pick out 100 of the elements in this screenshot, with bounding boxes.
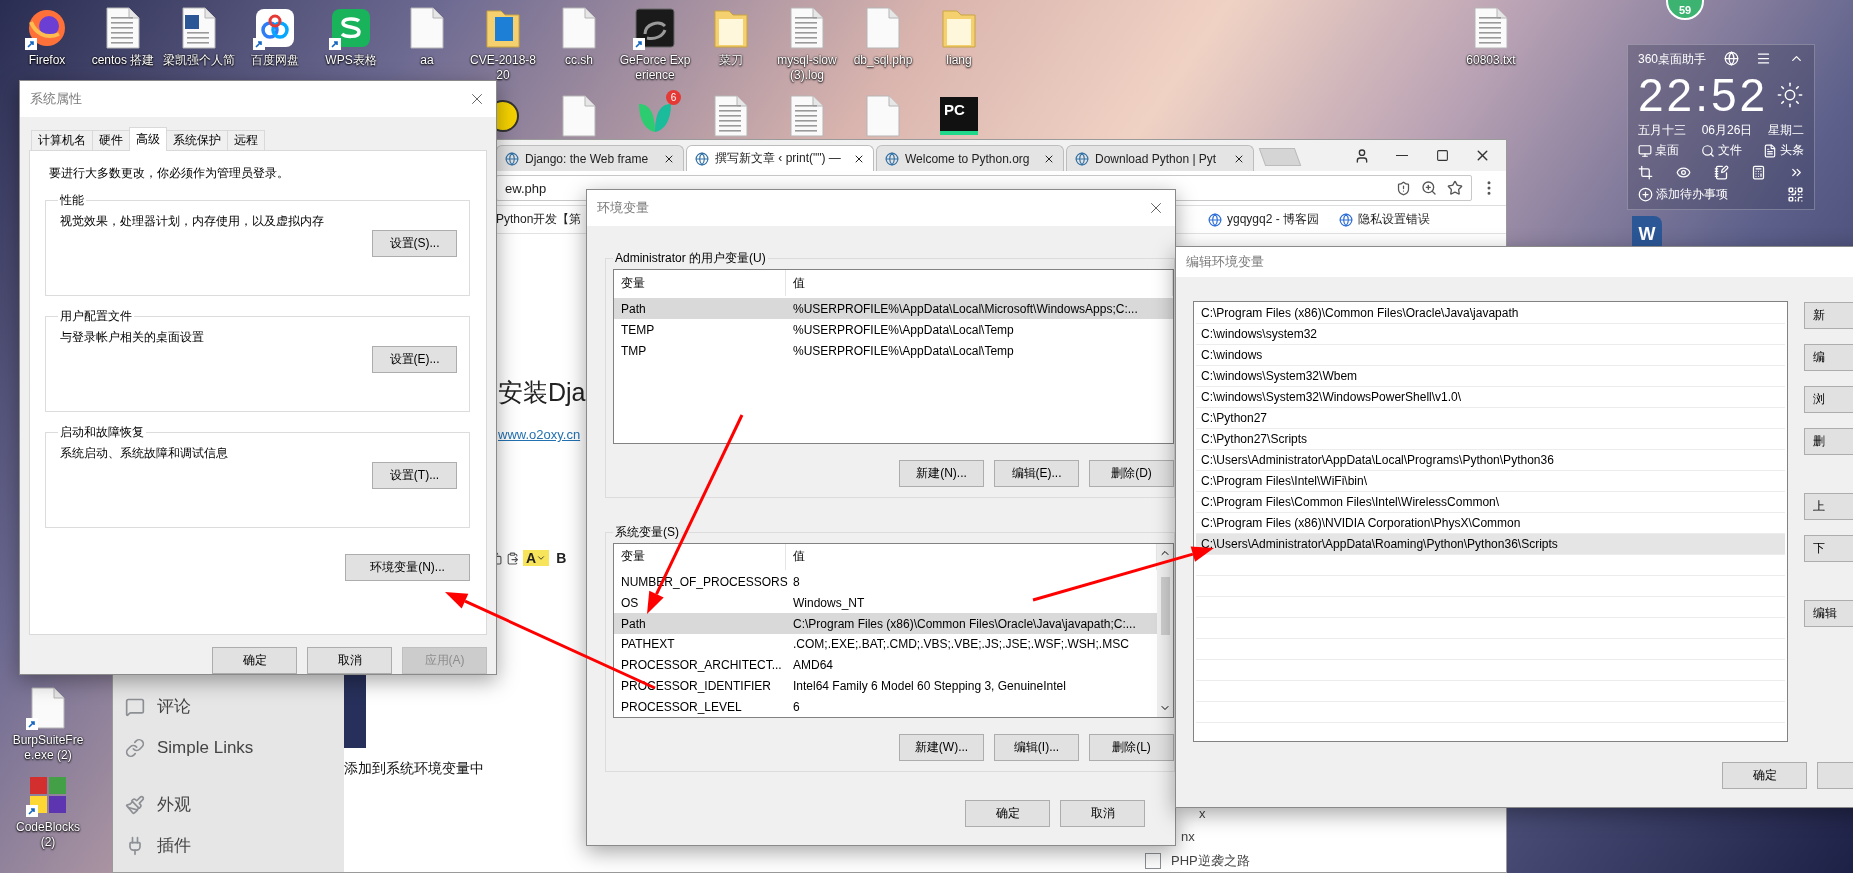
- table-row[interactable]: Path C:\Program Files (x86)\Common Files\Oracle\Java\javapath;C:...: [614, 613, 1157, 634]
- column-header[interactable]: 变量: [614, 270, 786, 296]
- list-item[interactable]: C:\Users\Administrator\AppData\Roaming\Python\Python36\Scripts: [1196, 534, 1785, 555]
- star-icon[interactable]: [1447, 180, 1463, 196]
- bookmark-link[interactable]: Python开发【第: [496, 211, 582, 228]
- table-row[interactable]: PROCESSOR_IDENTIFIER Intel64 Family 6 Model 60 Stepping 3, GenuineIntel: [614, 675, 1157, 697]
- desktop-icon[interactable]: BurpSuiteFree.exe (2): [10, 686, 86, 763]
- column-header[interactable]: 值: [786, 270, 1173, 296]
- checkbox[interactable]: [1145, 853, 1161, 869]
- sidebar-menu-item[interactable]: 插件: [113, 825, 344, 866]
- group-title: 用户配置文件: [59, 308, 133, 325]
- crop-icon[interactable]: [1638, 165, 1653, 180]
- bookmark-link[interactable]: 隐私设置错误: [1339, 211, 1431, 228]
- ok-button[interactable]: 确定: [1722, 762, 1807, 789]
- list-item[interactable]: C:\Python27: [1196, 408, 1785, 429]
- table-row[interactable]: OS Windows_NT: [614, 592, 1157, 614]
- desktop-icon[interactable]: CVE-2018-8 20: [465, 6, 541, 83]
- site-icon: [695, 151, 709, 166]
- table-row[interactable]: PROCESSOR_ARCHITECT... AMD64: [614, 654, 1157, 676]
- sidebar-menu-item[interactable]: Simple Links: [113, 727, 344, 768]
- table-row[interactable]: PROCESSOR_LEVEL 6: [614, 696, 1157, 717]
- post-paragraph: 添加到系统环境变量中: [344, 760, 485, 778]
- graphics-app-icon: [635, 8, 675, 48]
- dialog-button[interactable]: 编辑(E)...: [994, 460, 1079, 487]
- column-header[interactable]: 变量: [614, 544, 786, 570]
- add-todo-button[interactable]: 添加待办事项: [1638, 186, 1728, 203]
- desktop-icon[interactable]: centos 搭建: [85, 6, 161, 83]
- folder-icon: [713, 7, 749, 49]
- app-logo: PC: [940, 97, 978, 135]
- dialog-button[interactable]: 编辑(I)...: [994, 734, 1079, 761]
- dialog-button[interactable]: 删除(D): [1089, 460, 1174, 487]
- dialog-button[interactable]: 确定: [965, 800, 1050, 827]
- list-item[interactable]: C:\Program Files\Intel\WiFi\bin\: [1196, 471, 1785, 492]
- notepad-icon[interactable]: [1713, 165, 1729, 180]
- scrollbar[interactable]: [1157, 544, 1173, 717]
- sidebar-menu-item[interactable]: 外观: [113, 784, 344, 825]
- eye-icon[interactable]: [1675, 165, 1691, 180]
- dialog-button[interactable]: 编辑: [1804, 600, 1853, 627]
- dialog-button[interactable]: 浏: [1804, 386, 1853, 413]
- browser-tab[interactable]: 撰写新文章 ‹ print("") —: [686, 145, 874, 171]
- user-icon: [1354, 147, 1370, 164]
- dialog-button[interactable]: 取消: [307, 647, 392, 674]
- weekday-text: 星期二: [1768, 124, 1804, 136]
- dialog-button[interactable]: 新建(N)...: [899, 460, 984, 487]
- shield-icon[interactable]: [1396, 180, 1411, 196]
- dialog-button[interactable]: 编: [1804, 344, 1853, 371]
- list-item[interactable]: C:\Python27\Scripts: [1196, 429, 1785, 450]
- widget-shortcut-button[interactable]: 文件: [1700, 142, 1742, 159]
- table-row[interactable]: Path %USERPROFILE%\AppData\Local\Microsoft\WindowsApps;C:...: [614, 298, 1173, 319]
- bold-button[interactable]: B: [553, 550, 570, 566]
- list-item[interactable]: C:\Program Files\Common Files\Intel\WirelessCommon\: [1196, 492, 1785, 513]
- desktop-icon[interactable]: aa: [389, 6, 465, 83]
- table-row[interactable]: PATHEXT .COM;.EXE;.BAT;.CMD;.VBS;.VBE;.JS;.JSE;.WSF;.WSH;.MSC: [614, 633, 1157, 655]
- environment-variables-button[interactable]: 环境变量(N)...: [345, 554, 470, 581]
- settings-button[interactable]: 设置(E)...: [372, 346, 457, 373]
- desktop-icon[interactable]: 百度网盘: [237, 6, 313, 83]
- text-color-button[interactable]: A: [523, 550, 550, 566]
- dialog-tab[interactable]: 计算机名: [31, 130, 93, 151]
- dialog-button[interactable]: 删: [1804, 428, 1853, 455]
- dialog-button[interactable]: 删除(L): [1089, 734, 1174, 761]
- desktop-icon[interactable]: 梁凯强个人简: [161, 6, 237, 83]
- dialog-button[interactable]: 上: [1804, 493, 1853, 520]
- browser-tab[interactable]: Download Python | Pyt: [1066, 145, 1254, 171]
- dialog-tab[interactable]: 高级: [129, 127, 167, 151]
- scrollbar-thumb[interactable]: [1160, 576, 1170, 635]
- site-icon: [1208, 212, 1222, 227]
- desktop-icon[interactable]: Firefox: [9, 6, 85, 83]
- panel-text: x: [1198, 806, 1207, 821]
- zoom-icon[interactable]: [1421, 180, 1437, 196]
- list-item[interactable]: C:\Program Files (x86)\Common Files\Oracle\Java\javapath: [1196, 303, 1785, 324]
- folder-icon: [941, 7, 977, 49]
- desktop-icon[interactable]: PC: [921, 94, 997, 138]
- list-item[interactable]: C:\Users\Administrator\AppData\Local\Programs\Python\Python36: [1196, 450, 1785, 471]
- dialog-button[interactable]: 新: [1804, 302, 1853, 329]
- dialog-button[interactable]: 确定: [212, 647, 297, 674]
- dialog-button[interactable]: 新建(W)...: [899, 734, 984, 761]
- dialog-tab[interactable]: 远程: [227, 130, 265, 151]
- dialog-button[interactable]: 下: [1804, 535, 1853, 562]
- desktop-icon[interactable]: WPS表格: [313, 6, 389, 83]
- list-item[interactable]: C:\windows: [1196, 345, 1785, 366]
- dialog-button[interactable]: 取消: [1060, 800, 1145, 827]
- document-icon: [714, 95, 748, 137]
- widget-shortcut-button[interactable]: 桌面: [1638, 142, 1679, 159]
- table-row[interactable]: TEMP %USERPROFILE%\AppData\Local\Temp: [614, 319, 1173, 340]
- calculator-icon[interactable]: [1751, 165, 1767, 180]
- list-item[interactable]: C:\windows\System32\WindowsPowerShell\v1.0\: [1196, 387, 1785, 408]
- document-icon: [1763, 143, 1777, 158]
- browser-tab[interactable]: Welcome to Python.org: [876, 145, 1064, 171]
- bookmark-link[interactable]: ygqygq2 - 博客园: [1208, 211, 1320, 228]
- paste-icon[interactable]: [506, 551, 519, 565]
- qr-code-icon[interactable]: [1787, 186, 1804, 203]
- list-item[interactable]: C:\windows\system32: [1196, 324, 1785, 345]
- table-row[interactable]: TMP %USERPROFILE%\AppData\Local\Temp: [614, 340, 1173, 361]
- settings-button[interactable]: 设置(S)...: [372, 230, 457, 257]
- list-item[interactable]: C:\windows\System32\Wbem: [1196, 366, 1785, 387]
- browser-tab[interactable]: Django: the Web frame: [496, 145, 684, 171]
- widget-shortcut-button[interactable]: 头条: [1763, 142, 1804, 159]
- menu-icon[interactable]: [1756, 51, 1772, 66]
- sidebar-menu-item[interactable]: 评论: [113, 686, 344, 727]
- settings-button[interactable]: 设置(T)...: [372, 462, 457, 489]
